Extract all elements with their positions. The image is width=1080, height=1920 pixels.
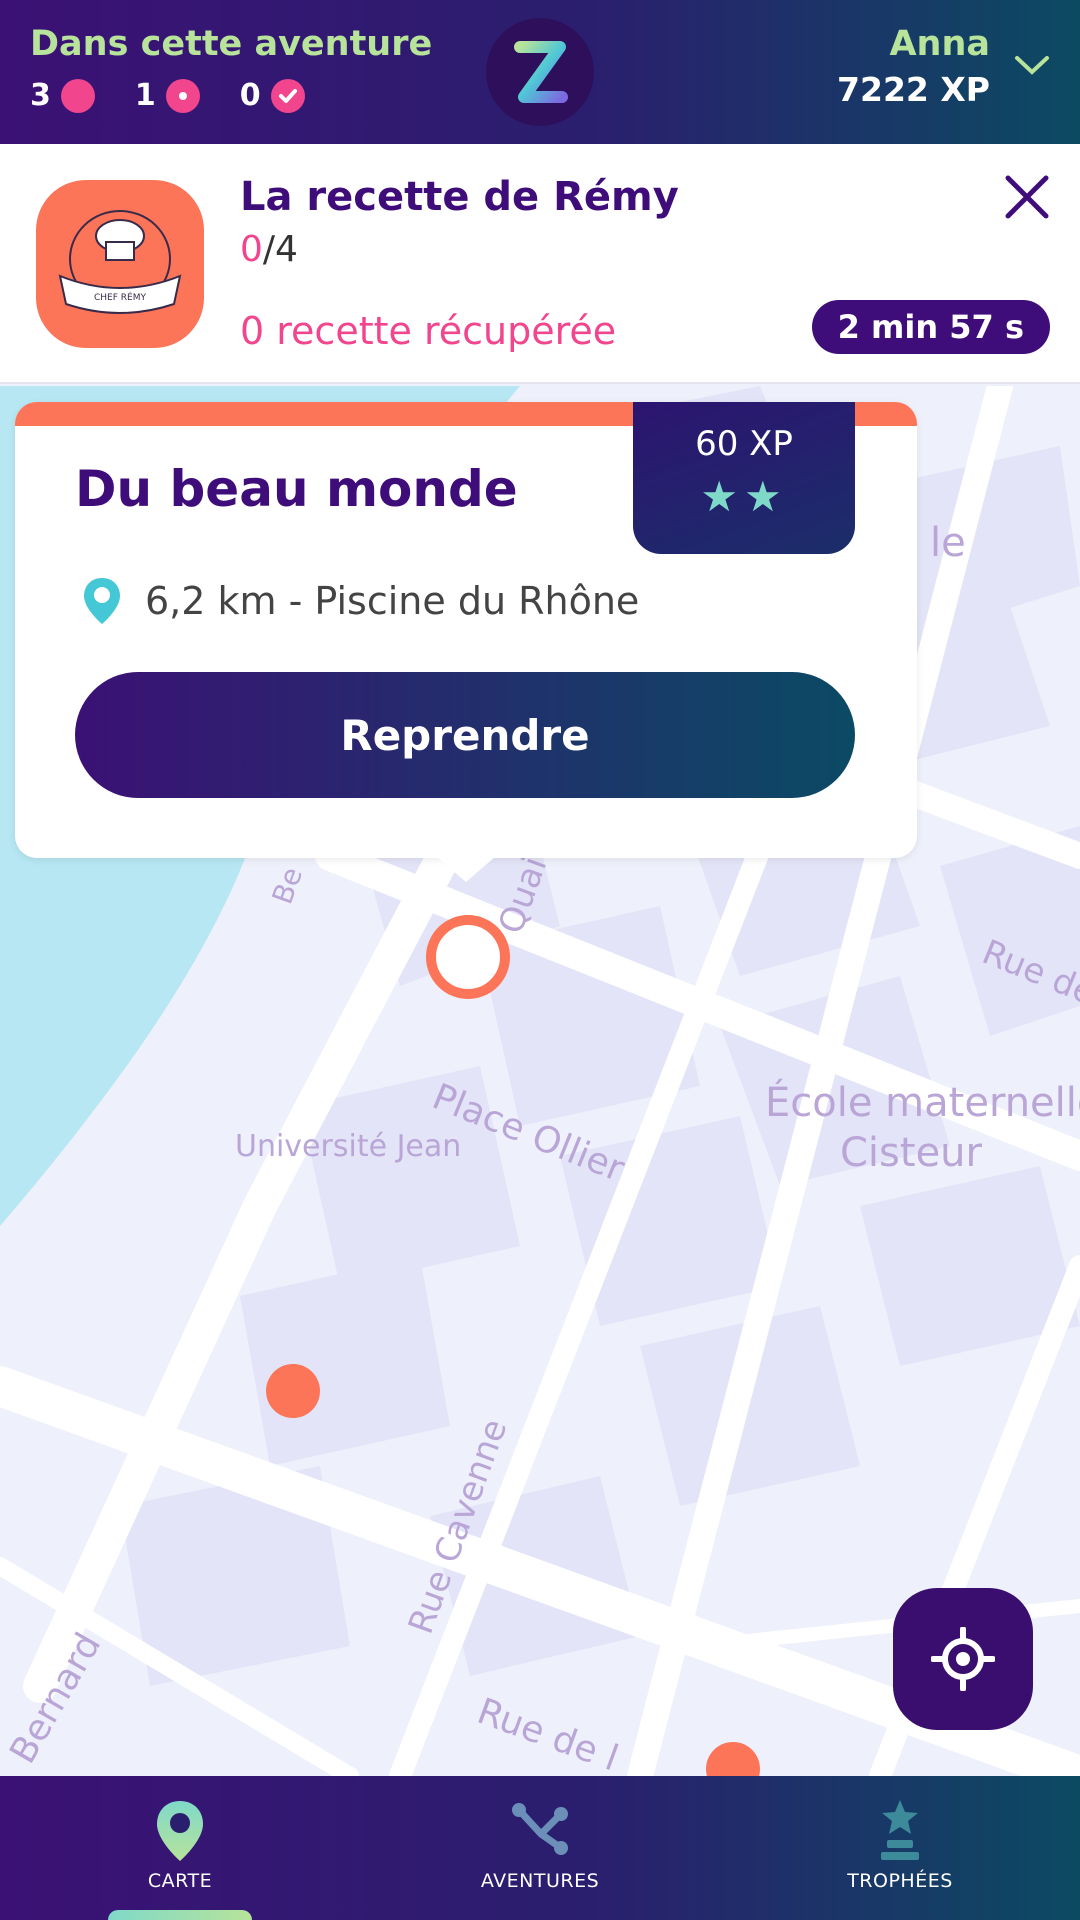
location-pin-icon bbox=[84, 578, 120, 624]
map-label-universite: Université Jean bbox=[235, 1129, 461, 1164]
active-tab-indicator bbox=[108, 1910, 252, 1920]
count-pending-value: 3 bbox=[30, 78, 51, 113]
chef-remy-badge-icon: CHEF RÉMY bbox=[36, 180, 204, 348]
resume-button[interactable]: Reprendre bbox=[75, 672, 855, 798]
share-nodes-icon bbox=[505, 1798, 575, 1864]
star-rating-icon: ★★ bbox=[700, 472, 788, 521]
nav-item-trophees[interactable]: TROPHÉES bbox=[720, 1776, 1080, 1920]
progress-done: 0 bbox=[240, 229, 263, 270]
chevron-down-icon[interactable] bbox=[1012, 50, 1052, 80]
user-xp: 7222 XP bbox=[837, 70, 990, 109]
count-done-value: 0 bbox=[239, 78, 261, 113]
bottom-navigation: CARTE AVENTURES TROPHÉES bbox=[0, 1776, 1080, 1920]
top-header: Dans cette aventure 3 1 0 Anna 7222 XP bbox=[0, 0, 1080, 144]
card-pointer bbox=[436, 856, 496, 882]
quest-location-text: 6,2 km - Piscine du Rhône bbox=[145, 579, 640, 623]
adventure-counts: 3 1 0 bbox=[30, 78, 345, 113]
trophy-star-icon bbox=[865, 1798, 935, 1864]
quest-location: 6,2 km - Piscine du Rhône bbox=[81, 576, 639, 626]
user-name[interactable]: Anna bbox=[889, 24, 990, 64]
quest-card: Du beau monde 60 XP ★★ 6,2 km - Piscine … bbox=[15, 402, 917, 858]
nav-label-aventures: AVENTURES bbox=[480, 1870, 600, 1892]
z-logo-icon[interactable] bbox=[486, 18, 594, 126]
timer-badge: 2 min 57 s bbox=[811, 300, 1050, 354]
map-label-le: le bbox=[930, 520, 966, 566]
quest-marker-selected[interactable] bbox=[426, 915, 510, 999]
count-pending: 3 bbox=[30, 78, 95, 113]
map-pin-icon bbox=[145, 1798, 215, 1864]
locate-me-button[interactable] bbox=[893, 1588, 1033, 1730]
nav-item-carte[interactable]: CARTE bbox=[0, 1776, 360, 1920]
adventure-summary-title: Dans cette aventure bbox=[30, 24, 433, 64]
crosshair-icon bbox=[931, 1627, 995, 1691]
nav-label-trophees: TROPHÉES bbox=[847, 1870, 953, 1892]
count-in-progress: 1 bbox=[135, 78, 200, 113]
pink-dot-icon bbox=[60, 78, 95, 113]
quest-title: Du beau monde bbox=[75, 460, 518, 518]
nav-item-aventures[interactable]: AVENTURES bbox=[360, 1776, 720, 1920]
xp-reward-label: 60 XP bbox=[695, 424, 793, 464]
adventure-progress: 0/4 bbox=[240, 229, 298, 270]
count-done: 0 bbox=[240, 78, 305, 113]
close-icon[interactable] bbox=[1002, 172, 1052, 222]
count-in-progress-value: 1 bbox=[134, 78, 156, 113]
adventure-status: 0 recette récupérée bbox=[240, 309, 617, 353]
map-label-be: Be bbox=[266, 863, 309, 909]
active-adventure-panel: CHEF RÉMY La recette de Rémy 0/4 0 recet… bbox=[0, 144, 1080, 384]
map-label-rue-de-l: Rue de l bbox=[472, 1691, 623, 1776]
progress-total: /4 bbox=[262, 229, 298, 270]
nav-label-carte: CARTE bbox=[147, 1870, 213, 1892]
pink-ring-dot-icon bbox=[165, 78, 200, 113]
pink-check-icon bbox=[270, 78, 305, 113]
map-label-cisteur: Cisteur bbox=[840, 1130, 983, 1176]
quest-marker[interactable] bbox=[266, 1364, 320, 1418]
xp-reward-badge: 60 XP ★★ bbox=[633, 402, 855, 554]
svg-text:CHEF RÉMY: CHEF RÉMY bbox=[94, 291, 146, 303]
map-label-ecole: École maternelle bbox=[765, 1078, 1080, 1126]
adventure-title: La recette de Rémy bbox=[240, 174, 679, 220]
